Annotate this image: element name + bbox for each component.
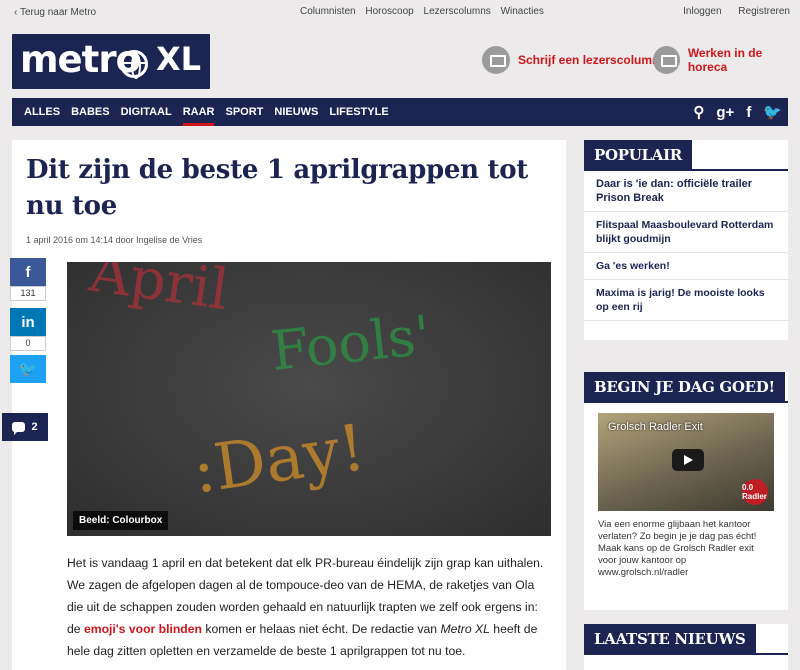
article: Dit zijn de beste 1 aprilgrappen tot nu … (12, 140, 566, 670)
popular-item[interactable]: Maxima is jarig! De mooiste looks op een… (584, 280, 788, 321)
share-facebook: f 131 (10, 258, 46, 301)
popular-item[interactable]: Flitspaal Maasboulevard Rotterdam blijkt… (584, 212, 788, 253)
nav-item-babes[interactable]: BABES (71, 98, 110, 126)
screen-icon (653, 46, 680, 74)
video-title: Grolsch Radler Exit (608, 421, 703, 433)
back-link-label: Terug naar Metro (19, 7, 97, 18)
register-link[interactable]: Registreren (738, 6, 790, 17)
popular-panel: POPULAIR Daar is 'ie dan: officiële trai… (584, 140, 788, 340)
play-icon[interactable] (672, 449, 704, 471)
video-player[interactable]: Grolsch Radler Exit 0.0 Radler (598, 413, 774, 511)
radler-badge: 0.0 Radler (742, 479, 768, 505)
promo-write-column[interactable]: Schrijf een lezerscolumn! (482, 46, 663, 74)
top-links: Columnisten Horoscoop Lezerscolumns Wina… (300, 6, 551, 17)
latest-news-rule (584, 653, 788, 655)
promo-write-column-label: Schrijf een lezerscolumn! (518, 53, 664, 67)
image-caption: Beeld: Colourbox (73, 511, 169, 530)
globe-icon (120, 50, 148, 79)
linkedin-share-count: 0 (10, 336, 46, 351)
begin-day-panel: BEGIN JE DAG GOED! Grolsch Radler Exit 0… (584, 372, 788, 610)
article-hero-image[interactable]: April Fools' :Day! Beeld: Colourbox (67, 262, 551, 536)
nav-item-raar[interactable]: RAAR (182, 98, 214, 126)
screen-icon (482, 46, 510, 74)
top-link-horoscoop[interactable]: Horoscoop (365, 6, 413, 17)
comments-button[interactable]: 2 (2, 413, 48, 441)
twitter-share-button[interactable]: 🐦 (10, 355, 46, 383)
top-link-columnisten[interactable]: Columnisten (300, 6, 356, 17)
share-linkedin: in 0 (10, 308, 46, 351)
chalk-text-april: April (85, 262, 233, 323)
begin-day-title: BEGIN JE DAG GOED! (584, 372, 785, 401)
promo-horeca[interactable]: Werken in de horeca (653, 46, 800, 74)
ad-text[interactable]: Via een enorme glijbaan het kantoor verl… (584, 511, 788, 587)
begin-day-rule (584, 401, 788, 403)
chalk-text-fools: Fools' (268, 304, 433, 383)
logo-suffix: XL (156, 40, 202, 78)
nav-item-alles[interactable]: ALLES (24, 98, 60, 126)
nav-item-sport[interactable]: SPORT (225, 98, 263, 126)
search-icon[interactable]: ⚲ (693, 103, 704, 121)
facebook-share-count: 131 (10, 286, 46, 301)
emoji-blind-link[interactable]: emoji's voor blinden (84, 622, 202, 636)
share-twitter: 🐦 (10, 355, 46, 383)
comment-bubble-icon (12, 422, 26, 435)
back-to-metro-link[interactable]: ‹ Terug naar Metro (14, 7, 96, 18)
promo-horeca-label: Werken in de horeca (687, 46, 763, 74)
popular-title: POPULAIR (584, 140, 692, 169)
chalkboard-drawing: April Fools' :Day! (85, 262, 433, 508)
twitter-icon[interactable]: 🐦 (763, 103, 782, 121)
article-body-emphasis: Metro XL (440, 622, 490, 636)
nav-item-nieuws[interactable]: NIEUWS (274, 98, 318, 126)
facebook-share-button[interactable]: f (10, 258, 46, 286)
nav-item-digitaal[interactable]: DIGITAAL (121, 98, 172, 126)
facebook-icon: f (25, 263, 31, 281)
comments-count: 2 (31, 421, 38, 433)
google-plus-icon[interactable]: g+ (716, 104, 734, 121)
latest-news-title: LAATSTE NIEUWS (584, 624, 756, 653)
article-body: Het is vandaag 1 april en dat betekent d… (67, 552, 553, 662)
article-body-part-2: komen er helaas niet écht. De redactie v… (201, 622, 441, 636)
chalk-text-day: :Day! (188, 411, 370, 508)
main-nav: ALLES BABES DIGITAAL RAAR SPORT NIEUWS L… (12, 98, 788, 126)
top-link-lezerscolumns[interactable]: Lezerscolumns (424, 6, 491, 17)
metro-xl-logo[interactable]: metro XL (12, 34, 210, 89)
account-links: Inloggen Registreren (669, 6, 790, 17)
latest-news-panel: LAATSTE NIEUWS (584, 624, 788, 670)
twitter-icon: 🐦 (18, 361, 38, 378)
article-meta: 1 april 2016 om 14:14 door Ingelise de V… (26, 235, 203, 245)
linkedin-share-button[interactable]: in (10, 308, 46, 336)
nav-item-lifestyle[interactable]: LIFESTYLE (329, 98, 388, 126)
facebook-icon[interactable]: f (746, 104, 751, 121)
linkedin-icon: in (21, 313, 35, 331)
top-bar: ‹ Terug naar Metro Columnisten Horoscoop… (0, 0, 800, 26)
top-link-winacties[interactable]: Winacties (501, 6, 544, 17)
login-link[interactable]: Inloggen (683, 6, 721, 17)
popular-item[interactable]: Ga 'es werken! (584, 253, 788, 280)
article-headline: Dit zijn de beste 1 aprilgrappen tot nu … (26, 155, 528, 221)
popular-item[interactable]: Daar is 'ie dan: officiële trailer Priso… (584, 171, 788, 212)
